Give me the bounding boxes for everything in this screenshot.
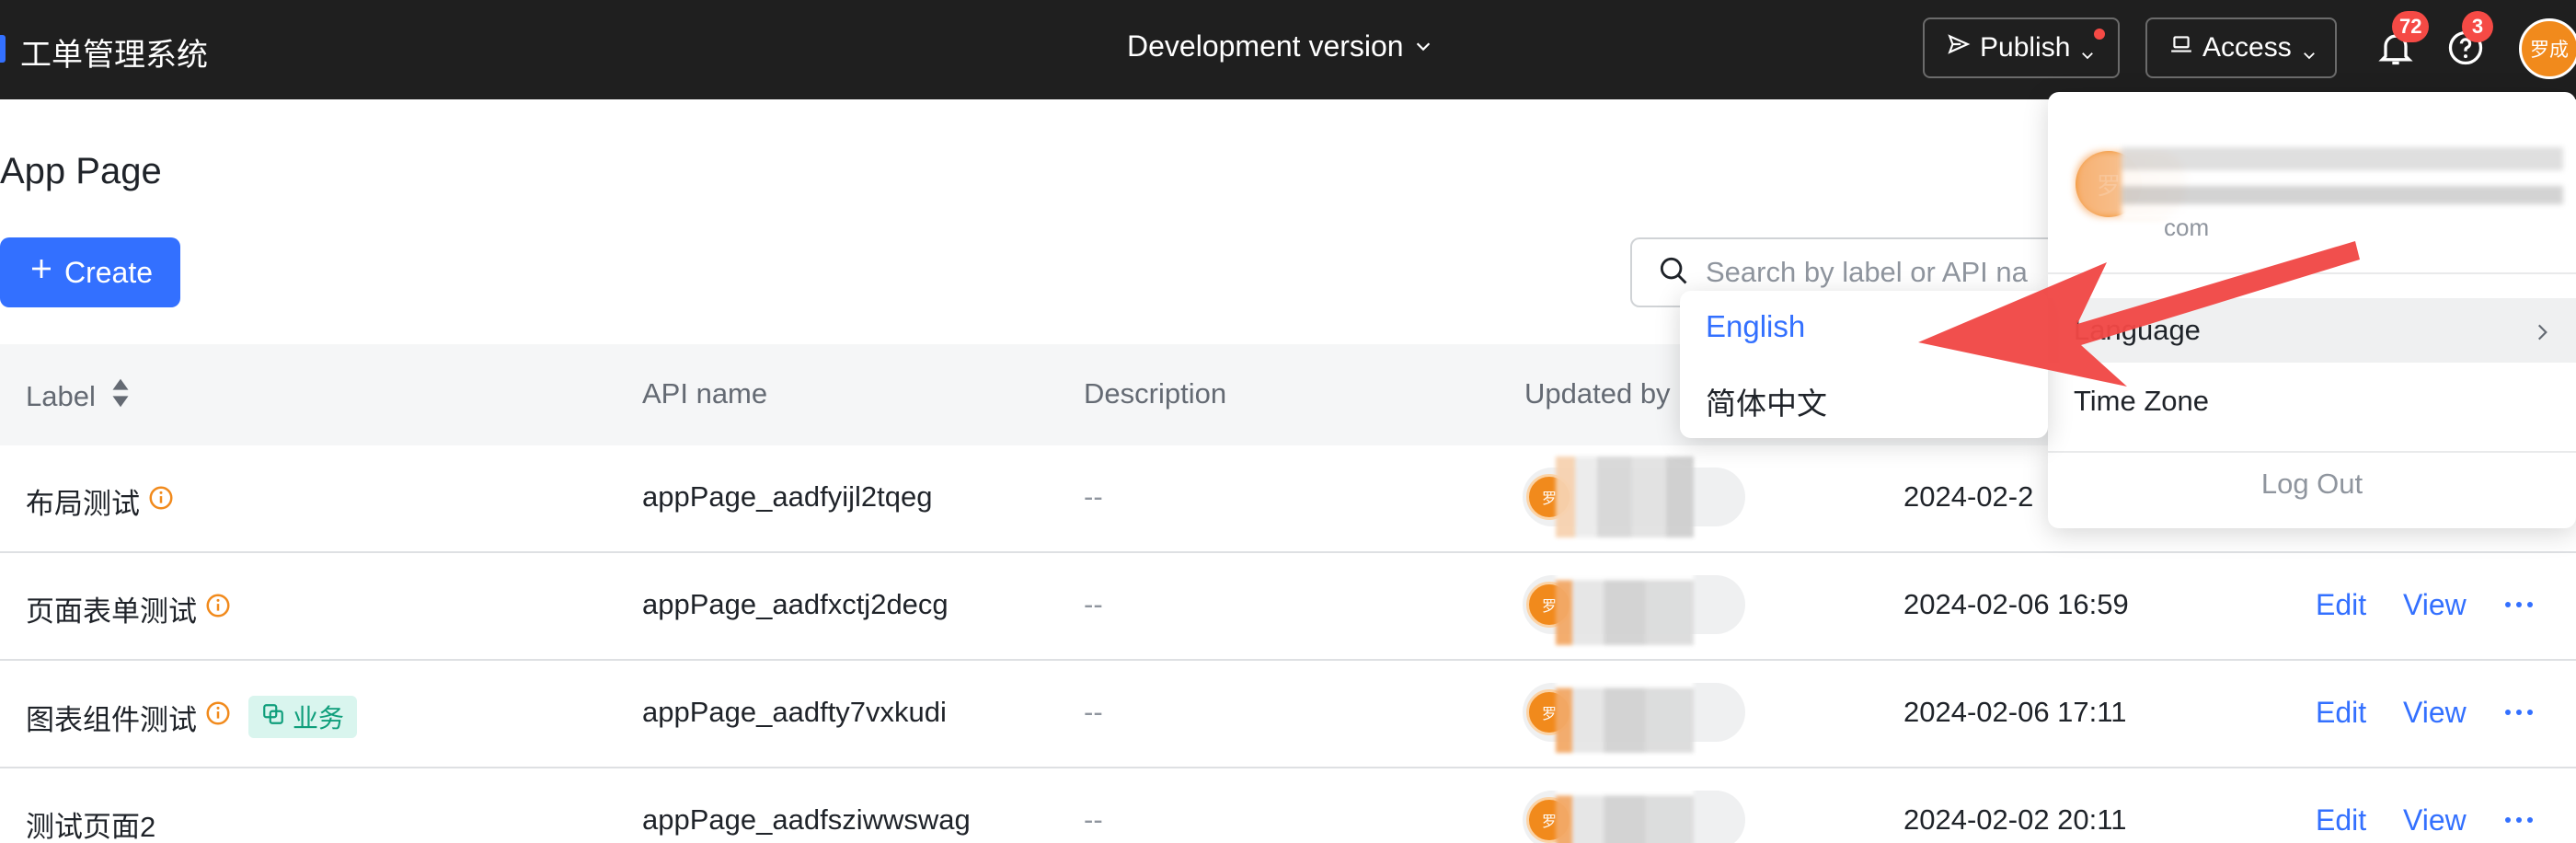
chevron-down-icon bbox=[1413, 29, 1433, 64]
row-label: 布局测试 bbox=[26, 488, 140, 520]
info-icon[interactable] bbox=[147, 484, 175, 519]
search-input[interactable] bbox=[1706, 256, 2070, 289]
email-tail: com bbox=[2164, 214, 2210, 241]
tag-label: 业务 bbox=[293, 704, 345, 733]
updated-by-user: 罗 bbox=[1523, 779, 1745, 843]
row-label: 测试页面2 bbox=[26, 811, 156, 843]
row-label: 图表组件测试 bbox=[26, 703, 197, 736]
access-button[interactable]: Access bbox=[2145, 17, 2337, 78]
column-header-api-name: API name bbox=[642, 377, 768, 410]
version-label: Development version bbox=[1127, 29, 1404, 63]
more-options-icon[interactable] bbox=[2501, 694, 2537, 731]
api-name-cell: appPage_aadfsziwwswag bbox=[642, 803, 971, 836]
column-header-label[interactable]: Label bbox=[26, 377, 131, 416]
top-bar: 工单管理系统 Development version Publish Acces… bbox=[0, 0, 2576, 99]
description-cell: -- bbox=[1084, 480, 1103, 513]
more-options-icon[interactable] bbox=[2501, 586, 2537, 623]
redacted-name bbox=[1556, 456, 1694, 537]
chevron-down-icon bbox=[2079, 40, 2096, 60]
edit-link[interactable]: Edit bbox=[2316, 588, 2366, 622]
updated-time-cell: 2024-02-2 bbox=[1903, 480, 2034, 513]
view-link[interactable]: View bbox=[2403, 803, 2467, 837]
language-submenu: English 简体中文 bbox=[1680, 291, 2048, 438]
language-label: Language bbox=[2074, 314, 2201, 346]
view-link[interactable]: View bbox=[2403, 696, 2467, 730]
business-tag: 业务 bbox=[248, 696, 358, 738]
redacted-name bbox=[1556, 779, 1694, 843]
bell-icon bbox=[2375, 34, 2416, 72]
user-avatar[interactable]: 罗成 bbox=[2519, 18, 2576, 79]
plus-icon bbox=[28, 255, 55, 290]
page-title: App Page bbox=[0, 151, 162, 191]
version-selector[interactable]: Development version bbox=[1127, 29, 1433, 64]
description-cell: -- bbox=[1084, 588, 1103, 620]
chevron-down-icon bbox=[2301, 40, 2317, 60]
label-cell: 测试页面2 bbox=[26, 803, 155, 843]
menu-item-timezone[interactable]: Time Zone bbox=[2048, 369, 2576, 433]
column-header-updated-by: Updated by bbox=[1524, 377, 1671, 410]
notifications-button[interactable]: 72 bbox=[2375, 11, 2430, 68]
language-option-english[interactable]: English bbox=[1706, 309, 1805, 344]
laptop-icon bbox=[2169, 32, 2193, 64]
help-count-badge: 3 bbox=[2462, 11, 2493, 42]
create-button[interactable]: Create bbox=[0, 237, 180, 307]
table-row[interactable]: 页面表单测试 appPage_aadfxctj2decg -- 罗 2024-0… bbox=[0, 553, 2576, 661]
column-label-text: Label bbox=[26, 380, 96, 412]
help-icon bbox=[2445, 30, 2486, 72]
publish-indicator-dot bbox=[2094, 29, 2105, 40]
edit-link[interactable]: Edit bbox=[2316, 696, 2366, 730]
table-row[interactable]: 测试页面2 appPage_aadfsziwwswag -- 罗 2024-02… bbox=[0, 768, 2576, 843]
divider bbox=[2048, 272, 2576, 274]
api-name-cell: appPage_aadfty7vxkudi bbox=[642, 696, 947, 728]
search-icon bbox=[1656, 253, 1691, 293]
divider bbox=[2048, 451, 2576, 453]
redacted-name bbox=[1556, 672, 1694, 753]
updated-time-cell: 2024-02-06 16:59 bbox=[1903, 588, 2129, 620]
copy-icon bbox=[261, 702, 285, 733]
column-header-description: Description bbox=[1084, 377, 1227, 410]
description-cell: -- bbox=[1084, 803, 1103, 836]
access-label: Access bbox=[2202, 32, 2292, 63]
updated-time-cell: 2024-02-06 17:11 bbox=[1903, 696, 2127, 728]
description-cell: -- bbox=[1084, 696, 1103, 728]
notification-count-badge: 72 bbox=[2392, 11, 2430, 42]
redacted-user-info bbox=[2122, 129, 2563, 221]
info-icon[interactable] bbox=[204, 592, 232, 627]
send-icon bbox=[1947, 32, 1971, 64]
updated-by-user: 罗 bbox=[1523, 672, 1745, 753]
brand-mark bbox=[0, 35, 6, 63]
edit-link[interactable]: Edit bbox=[2316, 803, 2366, 837]
row-label: 页面表单测试 bbox=[26, 595, 197, 628]
user-dropdown-menu: 罗 com Language Time Zone Log Out bbox=[2048, 92, 2576, 528]
more-options-icon[interactable] bbox=[2501, 802, 2537, 838]
chevron-right-icon bbox=[2530, 318, 2554, 342]
label-cell: 图表组件测试 业务 bbox=[26, 696, 358, 738]
help-button[interactable]: 3 bbox=[2445, 11, 2493, 68]
logout-button[interactable]: Log Out bbox=[2048, 468, 2576, 501]
updated-by-user: 罗 bbox=[1523, 564, 1745, 645]
table-row[interactable]: 图表组件测试 业务 appPage_aadfty7vxkudi -- 罗 202… bbox=[0, 661, 2576, 768]
view-link[interactable]: View bbox=[2403, 588, 2467, 622]
info-icon[interactable] bbox=[204, 699, 232, 734]
updated-by-user: 罗 bbox=[1523, 456, 1745, 537]
sort-icon[interactable] bbox=[110, 377, 131, 416]
publish-label: Publish bbox=[1980, 32, 2071, 63]
language-option-chinese[interactable]: 简体中文 bbox=[1706, 379, 1827, 423]
label-cell: 页面表单测试 bbox=[26, 588, 232, 629]
label-cell: 布局测试 bbox=[26, 480, 175, 522]
api-name-cell: appPage_aadfxctj2decg bbox=[642, 588, 949, 620]
menu-item-language[interactable]: Language bbox=[2048, 298, 2576, 363]
app-name: 工单管理系统 bbox=[20, 37, 208, 74]
timezone-label: Time Zone bbox=[2074, 385, 2210, 417]
updated-time-cell: 2024-02-02 20:11 bbox=[1903, 803, 2127, 836]
redacted-name bbox=[1556, 564, 1694, 645]
create-label: Create bbox=[63, 255, 154, 289]
api-name-cell: appPage_aadfyijl2tqeg bbox=[642, 480, 933, 513]
publish-button[interactable]: Publish bbox=[1923, 17, 2120, 78]
